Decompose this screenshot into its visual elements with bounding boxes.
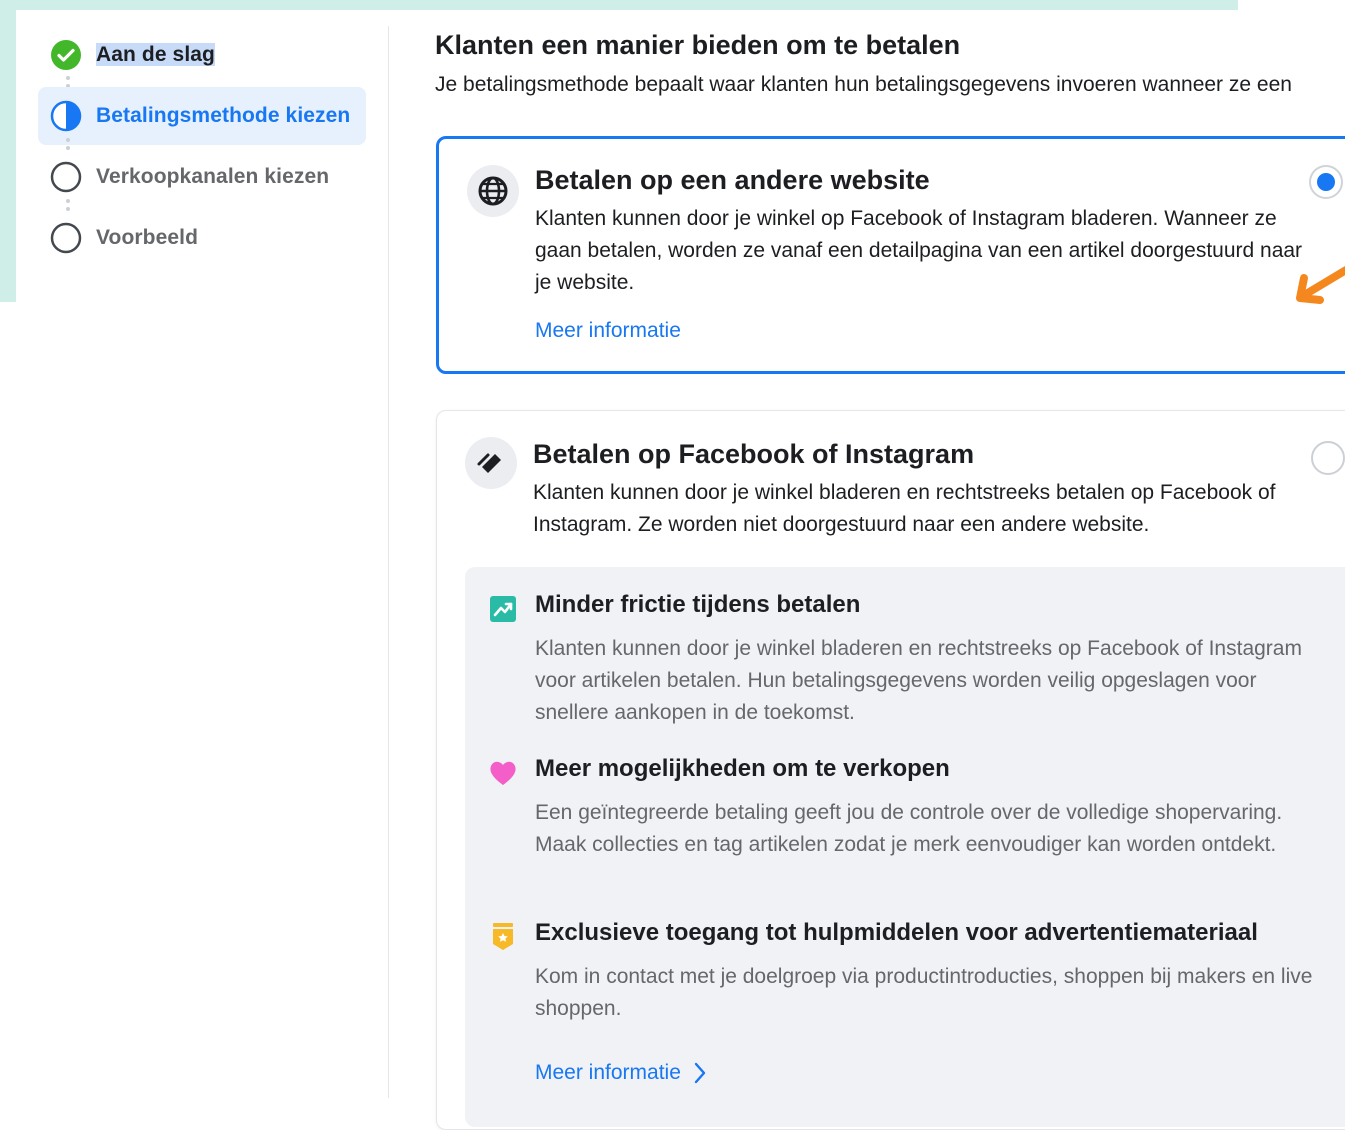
main-content: Klanten een manier bieden om te betalen … (435, 26, 1345, 97)
background-frame-top (0, 0, 1238, 10)
benefits-panel: Minder frictie tijdens betalen Klanten k… (465, 567, 1345, 1127)
benefit-description: Een geïntegreerde betaling geeft jou de … (535, 801, 1283, 856)
badge-icon (487, 921, 519, 953)
option-description: Klanten kunnen door je winkel op Faceboo… (535, 207, 1303, 294)
half-circle-progress-icon (50, 100, 82, 132)
text-cursor-highlight: Aan de slag (96, 43, 215, 66)
step-label: Aan de slag (96, 43, 215, 67)
step-label: Voorbeeld (96, 226, 199, 249)
more-info-link[interactable]: Meer informatie (535, 1061, 707, 1085)
option-title: Betalen op een andere website (535, 165, 930, 195)
trend-up-icon (487, 593, 519, 625)
radio-selected[interactable] (1309, 165, 1343, 199)
benefit-description: Klanten kunnen door je winkel bladeren e… (535, 637, 1302, 724)
benefit-title: Minder frictie tijdens betalen (535, 591, 861, 618)
empty-circle-icon (50, 222, 82, 254)
setup-steps-sidebar: Aan de slag Betalingsmethode kiezen Verk… (16, 10, 388, 302)
benefit-title: Exclusieve toegang tot hulpmiddelen voor… (535, 919, 1258, 946)
option-description: Klanten kunnen door je winkel bladeren e… (533, 481, 1276, 536)
empty-circle-icon (50, 161, 82, 193)
annotation-arrow-icon (1296, 266, 1345, 304)
option-title: Betalen op Facebook of Instagram (533, 439, 975, 469)
benefit-title: Meer mogelijkheden om te verkopen (535, 755, 950, 782)
heart-icon (487, 757, 519, 789)
option-card-facebook-instagram[interactable]: Betalen op Facebook of Instagram Klanten… (436, 410, 1345, 1130)
checkout-tag-icon (465, 437, 517, 489)
sidebar-divider (388, 26, 389, 1098)
more-info-label: Meer informatie (535, 1061, 681, 1084)
option-card-other-website[interactable]: Betalen op een andere website Klanten ku… (436, 136, 1345, 374)
benefit-description: Kom in contact met je doelgroep via prod… (535, 965, 1313, 1020)
step-sales-channels[interactable]: Verkoopkanalen kiezen (38, 148, 366, 206)
radio-unselected[interactable] (1311, 441, 1345, 475)
step-label: Verkoopkanalen kiezen (96, 165, 330, 188)
step-label: Betalingsmethode kiezen (96, 104, 351, 127)
globe-icon (467, 165, 519, 217)
page-subtitle: Je betalingsmethode bepaalt waar klanten… (435, 73, 1292, 96)
step-payment-method[interactable]: Betalingsmethode kiezen (38, 87, 366, 145)
check-circle-icon (50, 39, 82, 71)
step-getting-started[interactable]: Aan de slag (38, 26, 366, 84)
background-frame-left (0, 0, 16, 302)
more-info-link[interactable]: Meer informatie (535, 319, 681, 343)
step-preview[interactable]: Voorbeeld (38, 209, 366, 267)
page-title: Klanten een manier bieden om te betalen (435, 30, 961, 60)
chevron-right-icon (693, 1062, 707, 1084)
